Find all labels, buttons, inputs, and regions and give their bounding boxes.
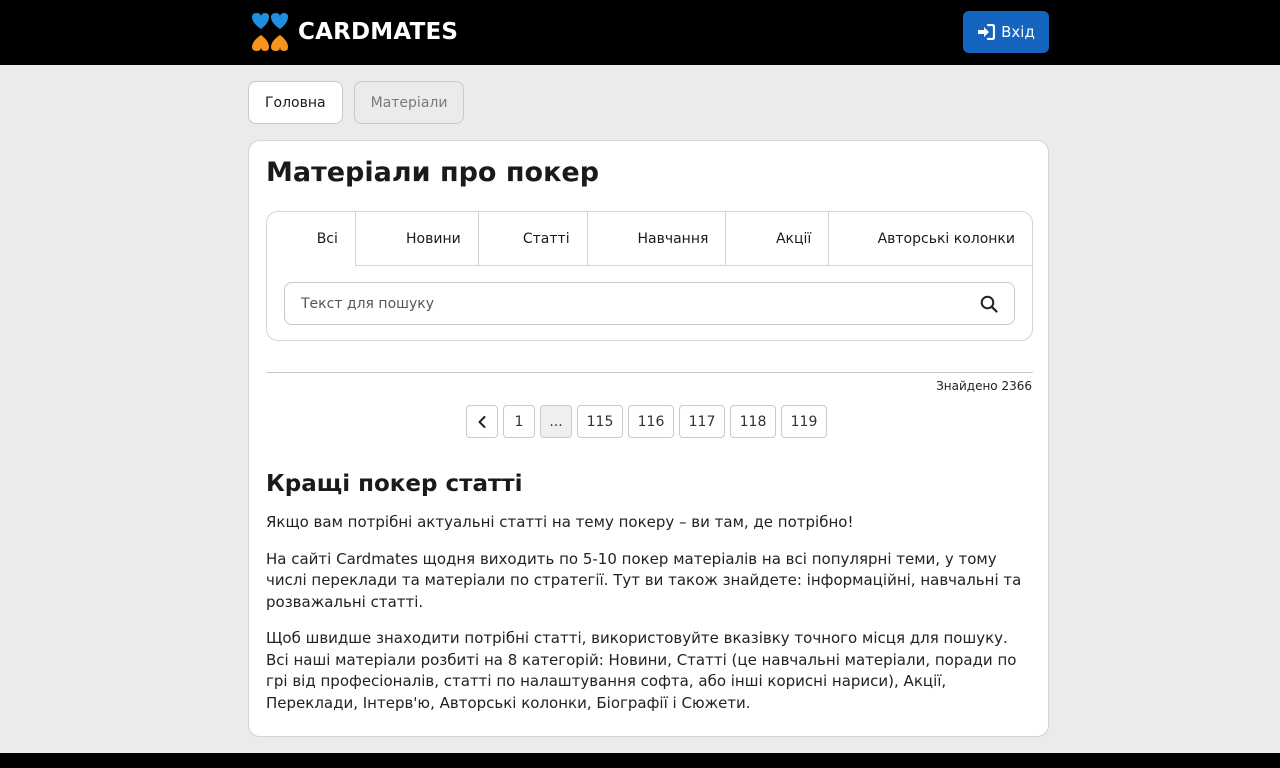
breadcrumb: Головна Матеріали <box>248 81 465 124</box>
bottom-bar <box>0 753 1280 768</box>
page-ellipsis: ... <box>540 405 572 438</box>
article-paragraph: Щоб швидше знаходити потрібні статті, ви… <box>266 629 1017 712</box>
filter-panel: Всі Новини Статті Навчання Акції Авторсь… <box>266 211 1033 341</box>
page-119-button[interactable]: 119 <box>781 405 827 438</box>
page-116-button[interactable]: 116 <box>628 405 674 438</box>
search-icon[interactable] <box>980 295 998 313</box>
site-logo[interactable]: CARDMATES <box>248 10 458 54</box>
login-label: Вхід <box>1001 23 1035 41</box>
results-count: Знайдено 2366 <box>936 379 1032 393</box>
article-paragraph: На сайті Cardmates щодня виходить по 5-1… <box>266 549 1022 611</box>
login-button[interactable]: Вхід <box>963 11 1049 53</box>
chevron-left-icon <box>478 415 486 428</box>
tab-all[interactable]: Всі <box>267 212 356 267</box>
tab-learning[interactable]: Навчання <box>587 212 727 265</box>
top-navbar: CARDMATES Вхід <box>0 0 1280 65</box>
seo-article: Кращі покер статті Якщо вам потрібні акт… <box>266 471 1033 729</box>
article-heading: Кращі покер статті <box>266 471 523 497</box>
tab-news[interactable]: Новини <box>355 212 479 265</box>
tab-articles[interactable]: Статті <box>478 212 588 265</box>
page-title: Матеріали про покер <box>266 157 600 188</box>
pagination: 1 ... 115 116 117 118 119 <box>466 405 827 438</box>
materials-card: Матеріали про покер Всі Новини Статті На… <box>248 140 1049 737</box>
prev-page-button[interactable] <box>466 405 498 438</box>
search-box <box>284 282 1015 325</box>
search-input[interactable] <box>301 295 980 312</box>
category-tabs: Всі Новини Статті Навчання Акції Авторсь… <box>267 212 1032 267</box>
cardmates-logo-icon <box>252 13 288 51</box>
tab-promotions[interactable]: Акції <box>726 212 830 265</box>
sign-in-icon <box>978 24 996 40</box>
page-1-button[interactable]: 1 <box>503 405 535 438</box>
breadcrumb-materials: Матеріали <box>353 81 465 124</box>
page-117-button[interactable]: 117 <box>679 405 725 438</box>
breadcrumb-home[interactable]: Головна <box>248 81 343 124</box>
tab-author-columns[interactable]: Авторські колонки <box>829 212 1032 265</box>
page-118-button[interactable]: 118 <box>730 405 776 438</box>
page-115-button[interactable]: 115 <box>577 405 623 438</box>
article-paragraph: Якщо вам потрібні актуальні статті на те… <box>266 513 854 531</box>
logo-text: CARDMATES <box>298 19 459 45</box>
results-divider <box>266 372 1033 373</box>
